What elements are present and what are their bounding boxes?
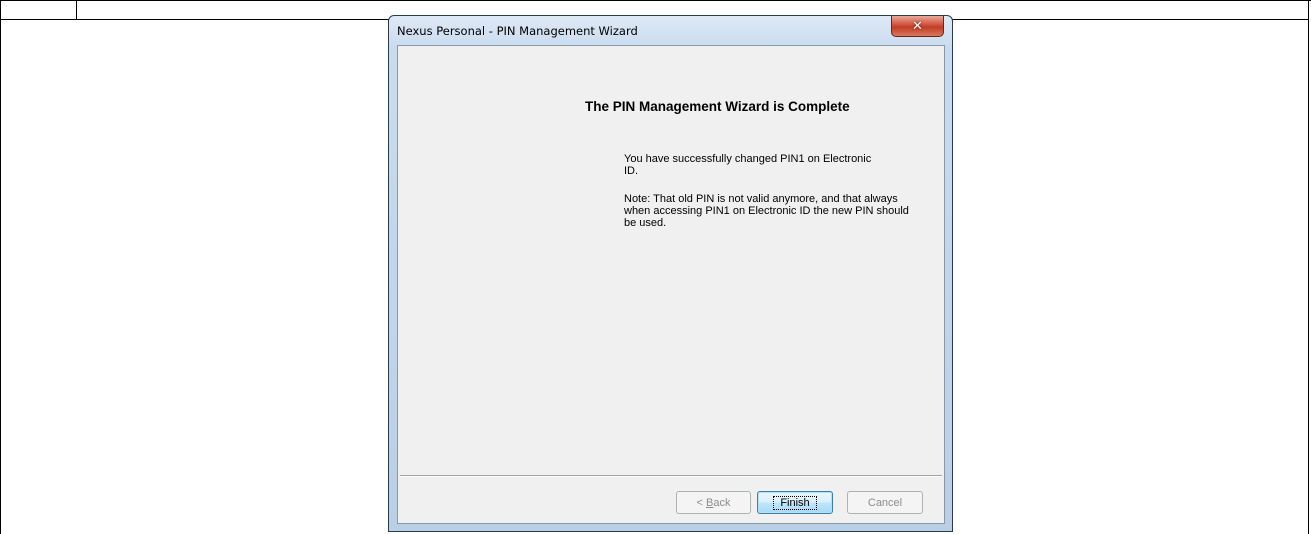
success-message: You have successfully changed PIN1 on El… [624,153,872,177]
title-bar[interactable]: Nexus Personal - PIN Management Wizard ✕ [389,16,952,44]
document-table-top-border [0,0,1311,1]
button-separator [400,475,942,477]
document-table-right-border [1308,0,1309,534]
document-table-column-divider [76,0,77,19]
back-button-label-rest: ack [713,496,731,509]
document-table-left-border [0,0,1,534]
finish-button-label: Finish [773,495,817,510]
cancel-button[interactable]: Cancel [847,491,923,514]
back-button-accelerator: B [706,496,714,509]
note-message: Note: That old PIN is not valid anymore,… [624,193,909,229]
wizard-client-area: The PIN Management Wizard is Complete Yo… [397,45,945,524]
finish-button[interactable]: Finish [757,491,833,514]
close-x-icon: ✕ [912,18,923,34]
wizard-heading: The PIN Management Wizard is Complete [585,99,850,114]
close-button[interactable]: ✕ [891,16,944,37]
wizard-window: Nexus Personal - PIN Management Wizard ✕… [388,15,953,532]
cancel-button-label: Cancel [867,496,903,509]
window-title: Nexus Personal - PIN Management Wizard [397,24,638,38]
back-button-prefix: < [696,496,706,509]
back-button[interactable]: < Back [676,491,751,514]
